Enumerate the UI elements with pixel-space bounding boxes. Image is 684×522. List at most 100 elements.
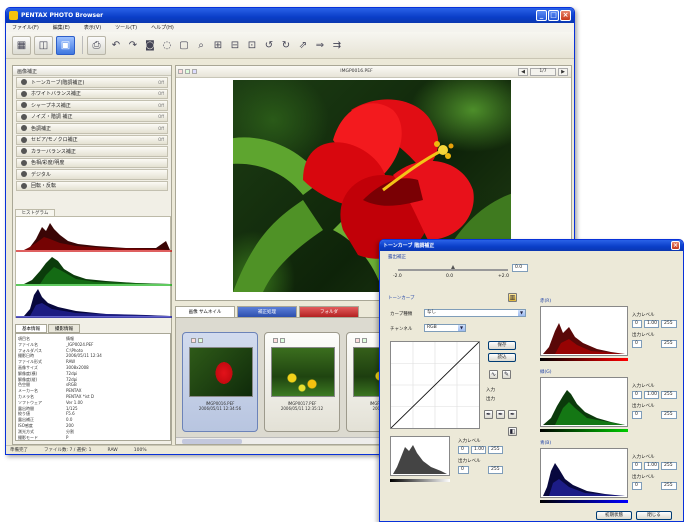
save-button[interactable]: 保存 [488,341,516,350]
gray-eyedropper-icon[interactable]: ✒ [496,410,505,419]
tone-curve-graph[interactable] [390,341,480,429]
channel-select[interactable]: RGB ▼ [424,324,466,332]
adjustment-item[interactable]: 色相/彩度/明度 [16,157,168,168]
menu-file[interactable]: ファイル(F) [12,24,39,31]
channel-output-low[interactable]: 0 [632,411,642,419]
thumbnail-grid-icon[interactable]: ▦ [12,35,31,55]
close-dialog-button[interactable]: 閉じる [636,511,672,520]
channel-input-low[interactable]: 0 [632,391,642,399]
compare-icon[interactable]: ⊞ [211,36,225,55]
minimize-button[interactable]: _ [536,10,547,21]
camera-icon[interactable]: ◙ [143,36,157,55]
input-level-gamma[interactable]: 1.00 [471,446,486,454]
redo-arrow-icon[interactable]: ↻ [279,36,293,55]
adjustment-item[interactable]: セピア/モノクロ補正 Off [16,134,168,145]
tab-processing[interactable]: 補正処理 [237,306,297,317]
tone-curve-preset-icon[interactable]: ▥ [508,293,517,302]
tab-basic-info[interactable]: 基本情報 [15,324,47,333]
output-level-low[interactable]: 0 [458,466,469,474]
tone-curve-dialog: トーンカーブ 階調補正 × 露出補正 0.0 -2.0 0.0 +2.0 トーン… [379,239,684,522]
maximize-button[interactable]: □ [548,10,559,21]
adjustment-item[interactable]: カラーバランス補正 [16,146,168,157]
rgb-histogram-chart [16,223,172,318]
channel-output-high[interactable]: 255 [661,482,677,490]
curve-type-select[interactable]: なし ▼ [424,309,526,317]
reset-button[interactable]: 初期状態 [596,511,632,520]
thumbnail-item[interactable]: IMGP0016.PEF 2006/05/11 12:34:56 [182,332,258,432]
channel-input-gamma[interactable]: 1.00 [644,391,659,399]
channel-input-low[interactable]: 0 [632,320,642,328]
tab-thumbnails[interactable]: 画像 サムネイル [175,306,235,317]
menu-view[interactable]: 表示(V) [84,24,101,31]
compare-split-icon[interactable]: ⊟ [228,36,242,55]
curve-type-value: なし [427,310,436,315]
adjustment-item-label: カラーバランス補正 [31,148,76,155]
white-eyedropper-icon[interactable]: ✒ [508,410,517,419]
menu-tools[interactable]: ツール(T) [115,24,137,31]
redo-icon[interactable]: ↷ [126,36,140,55]
raw-icon[interactable]: ⊡ [245,36,259,55]
channel-output-level-label: 出力レベル [632,404,655,409]
adjustment-item[interactable]: シャープネス補正 Off [16,100,168,111]
channel-input-high[interactable]: 255 [661,391,677,399]
export-icon[interactable]: ⇒ [313,36,327,55]
channel-input-low[interactable]: 0 [632,462,642,470]
black-eyedropper-icon[interactable]: ✒ [484,410,493,419]
blue-histogram-svg [543,463,625,496]
tone-curve-section-label: トーンカーブ [388,296,415,301]
tab-folder[interactable]: フォルダ [299,306,359,317]
scrollbar-thumb[interactable] [182,439,242,444]
close-button[interactable]: × [560,10,571,21]
channel-output-high[interactable]: 255 [661,411,677,419]
channel-output-low[interactable]: 0 [632,482,642,490]
pencil-icon[interactable]: ✎ [502,370,511,379]
adjustment-item[interactable]: ノイズ・階調 補正 Off [16,111,168,122]
channel-output-low[interactable]: 0 [632,340,642,348]
green-channel-label: 緑(G) [540,370,552,375]
exposure-value-field[interactable]: 0.0 [512,264,528,272]
exposure-slider-track[interactable] [398,269,508,271]
channel-input-gamma[interactable]: 1.00 [644,462,659,470]
exposure-slider-knob[interactable] [451,265,455,269]
curve-mode-icon[interactable]: ∿ [489,370,498,379]
channel-input-gamma[interactable]: 1.00 [644,320,659,328]
info-row: 撮影モード P [18,435,168,440]
adjustment-item[interactable]: 回転・反転 [16,180,168,191]
adjustment-item[interactable]: ホワイトバランス補正 Off [16,88,168,99]
green-histogram-svg [543,390,625,425]
adjustment-item[interactable]: トーンカーブ(階調補正) Off [16,77,168,88]
adjustment-item-label: 回転・反転 [31,183,57,190]
viewer-header: IMGP0016.PEF ◀ 1/7 ▶ [176,66,571,78]
undo-icon[interactable]: ↶ [109,36,123,55]
adjustment-item[interactable]: 色調補正 Off [16,123,168,134]
output-level-high[interactable]: 255 [488,466,503,474]
channel-input-high[interactable]: 255 [661,462,677,470]
menu-edit[interactable]: 編集(E) [53,24,70,31]
adjustment-item[interactable]: デジタル [16,169,168,180]
prev-image-button[interactable]: ◀ [518,67,528,76]
undo-arrow-icon[interactable]: ↺ [262,36,276,55]
send-icon[interactable]: ⇗ [296,36,310,55]
input-level-low[interactable]: 0 [458,446,469,454]
title-bar: PENTAX PHOTO Browser _ □ × [6,8,574,23]
thumbnail-item[interactable]: IMGP0017.PEF 2006/05/11 12:35:12 [264,332,340,432]
auto-level-icon[interactable]: ◧ [508,427,517,436]
menu-help[interactable]: ヘルプ(H) [151,24,174,31]
channel-input-high[interactable]: 255 [661,320,677,328]
share-icon[interactable]: ⇉ [330,36,344,55]
tab-shooting-info[interactable]: 撮影情報 [48,324,80,333]
dialog-close-button[interactable]: × [671,241,680,250]
frame-icon[interactable]: ▢ [177,36,191,55]
split-view-icon[interactable]: ◫ [34,35,53,55]
thumb-swatch [355,338,360,343]
zoom-icon[interactable]: ⌕ [194,36,208,55]
load-button[interactable]: 読込 [488,353,516,362]
next-image-button[interactable]: ▶ [558,67,568,76]
single-view-icon[interactable]: ▣ [56,35,75,55]
channel-output-high[interactable]: 255 [661,340,677,348]
chevron-down-icon: ▼ [458,325,465,331]
exposure-section-label: 露出補正 [388,255,406,260]
rotate-left-icon[interactable]: ◌ [160,36,174,55]
print-icon[interactable]: ⎙ [87,35,106,55]
input-level-high[interactable]: 255 [488,446,503,454]
